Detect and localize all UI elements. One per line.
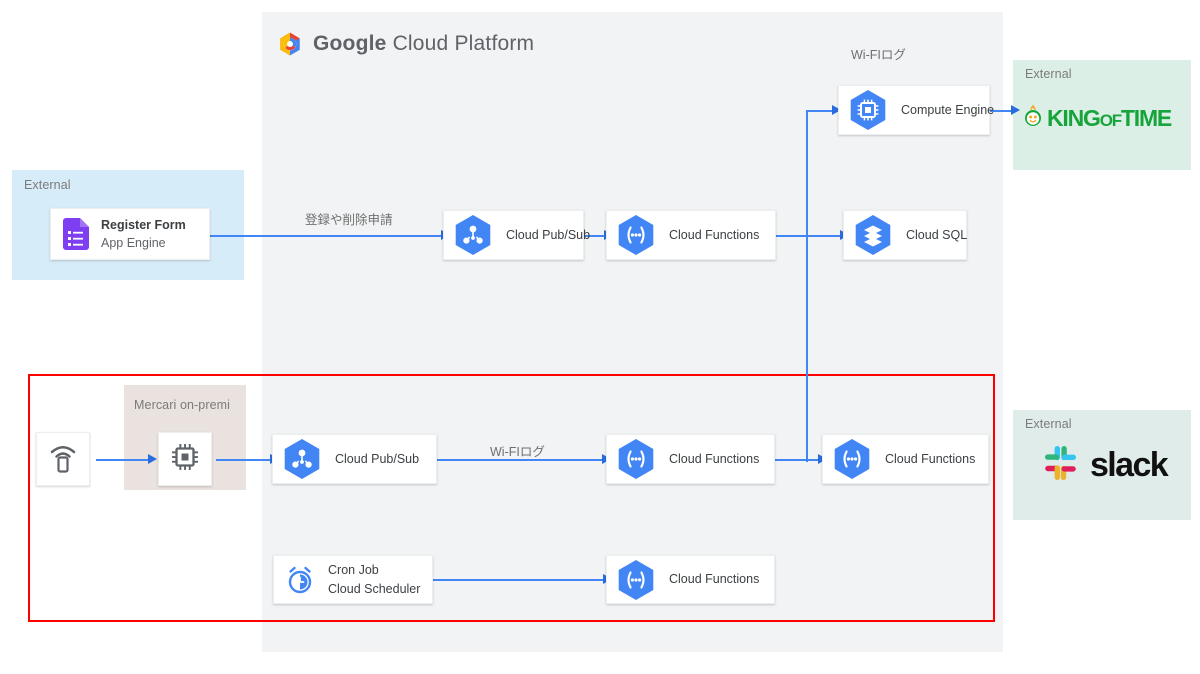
gcp-header: Google Cloud Platform [276, 30, 534, 58]
node-compute-engine-label: Compute Engine [901, 102, 995, 117]
cloud-pubsub-icon [454, 214, 492, 256]
node-cloud-sql[interactable]: Cloud SQL [843, 210, 967, 260]
node-onpremi-server[interactable] [158, 432, 212, 486]
node-cron-job-text: Cron Job Cloud Scheduler [328, 561, 420, 597]
kot-time: TIME [1120, 105, 1172, 131]
node-cron-job[interactable]: Cron Job Cloud Scheduler [273, 555, 433, 604]
node-cloud-pubsub-top-label: Cloud Pub/Sub [506, 227, 591, 242]
king-of-time-mascot-icon [1022, 104, 1044, 133]
node-register-form-line2: App Engine [101, 236, 166, 250]
highlight-region-box [28, 374, 995, 622]
gcp-title-bold: Google [313, 32, 387, 55]
wifi-device-icon [48, 441, 78, 478]
connector-vertical-riser [806, 110, 808, 462]
cloud-functions-icon [617, 214, 655, 256]
cloud-pubsub-icon [283, 438, 321, 480]
node-cloud-functions-right[interactable]: Cloud Functions [822, 434, 989, 484]
cloud-sql-icon [854, 214, 892, 256]
arrowhead-wifi-to-server [148, 454, 157, 464]
node-cloud-pubsub-top[interactable]: Cloud Pub/Sub [443, 210, 590, 260]
node-register-form-text: Register Form App Engine [101, 216, 186, 252]
google-cloud-platform-logo [276, 30, 304, 58]
connector-wifi-to-server [96, 459, 150, 461]
connector-register-to-pubsub [210, 235, 442, 237]
edge-label-wifi-log-bottom: Wi-FIログ [490, 445, 545, 459]
compute-engine-icon [849, 89, 887, 131]
kot-king: KING [1047, 105, 1101, 131]
external-left-label: External [24, 178, 71, 192]
alarm-clock-icon [284, 564, 316, 596]
cpu-chip-icon [170, 442, 200, 477]
kot-of: OF [1099, 111, 1122, 130]
slack-wordmark: slack [1090, 446, 1169, 484]
node-cloud-functions-cron-label: Cloud Functions [669, 572, 760, 587]
node-cloud-functions-mid-label: Cloud Functions [669, 451, 760, 466]
gcp-title: Google Cloud Platform [313, 32, 534, 56]
node-cloud-functions-cron[interactable]: Cloud Functions [606, 555, 775, 604]
arrowhead-compute-to-kingoftime [1011, 105, 1020, 115]
external-kingoftime-label: External [1025, 67, 1072, 81]
node-register-form-line1: Register Form [101, 217, 186, 232]
node-register-form[interactable]: Register Form App Engine [50, 208, 210, 260]
edge-label-wifi-log-top: Wi-FIログ [851, 48, 906, 62]
node-cloud-pubsub-bottom[interactable]: Cloud Pub/Sub [272, 434, 437, 484]
king-of-time-text: KINGOFTIME [1047, 105, 1172, 132]
node-wifi-device[interactable] [36, 432, 90, 486]
cloud-functions-icon [617, 559, 655, 601]
gcp-title-light: Cloud Platform [386, 32, 535, 55]
node-cron-job-line1: Cron Job [328, 563, 379, 578]
connector-functions-mid-to-right [775, 459, 822, 461]
node-cloud-sql-label: Cloud SQL [906, 227, 968, 242]
node-cloud-functions-mid[interactable]: Cloud Functions [606, 434, 775, 484]
connector-server-to-pubsub [216, 459, 272, 461]
king-of-time-logo: KINGOFTIME [1022, 104, 1172, 133]
node-cron-job-line2: Cloud Scheduler [328, 581, 421, 596]
edge-label-register-request: 登録や削除申請 [305, 213, 393, 227]
node-compute-engine[interactable]: Compute Engine [838, 85, 994, 135]
diagram-canvas: External External External Mercari on-pr… [0, 0, 1200, 674]
slack-logo: slack [1040, 443, 1169, 488]
node-cloud-functions-top-label: Cloud Functions [669, 227, 760, 242]
cloud-functions-icon [833, 438, 871, 480]
node-cloud-functions-top[interactable]: Cloud Functions [606, 210, 776, 260]
connector-functions-to-cloudsql [776, 235, 844, 237]
node-cloud-pubsub-bottom-label: Cloud Pub/Sub [335, 451, 420, 466]
google-forms-icon [63, 218, 89, 250]
external-slack-label: External [1025, 417, 1072, 431]
node-cloud-functions-right-label: Cloud Functions [885, 451, 976, 466]
cloud-functions-icon [617, 438, 655, 480]
connector-cron-to-functions [433, 579, 606, 581]
slack-mark-icon [1040, 443, 1080, 488]
